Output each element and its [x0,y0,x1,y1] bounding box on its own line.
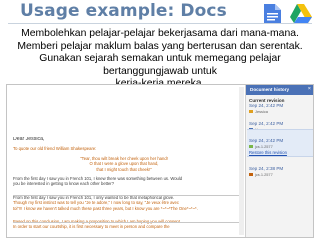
doc-line: In order to start our courtship, it is f… [13,224,170,230]
document-body: Dear Jessica, To quote our old friend Wi… [7,85,245,237]
doc-salutation: Dear Jessica, [13,137,45,142]
google-docs-icon [264,4,281,23]
revision-author: Jessica [249,109,311,115]
description-line: Memberi pelajar maklum balas yang berter… [17,40,303,52]
revision-history-panel: Document history × Current revision Sep … [245,85,313,237]
doc-divider [13,195,239,196]
description-line: Membolehkan pelajar-pelajar bekerjasama … [21,28,299,39]
revision-item[interactable]: Sep 24, 2:38 PM jcs.1.2577 [249,166,311,178]
slide-description: Membolehkan pelajar-pelajar bekerjasama … [0,28,320,91]
revision-author: jcs.1.2577 [249,172,311,178]
author-color-swatch [249,173,253,177]
docs-screenshot: Dear Jessica, To quote our old friend Wi… [6,84,314,238]
author-color-swatch [249,110,253,114]
doc-scrollbar[interactable] [239,87,244,235]
app-icons [264,4,312,23]
slide-title: Usage example: Docs [20,1,227,21]
author-color-swatch [249,145,253,149]
description-line: Gunakan sejarah semakan untuk memegang p… [39,53,281,77]
panel-header: Document history × [246,85,313,95]
revision-item[interactable]: Current revision Sep 24, 2:42 PM Jessica [249,98,311,115]
revision-item-selected[interactable]: Sep 24, 2:42 PM jcs.1.2577 Restore this … [249,138,311,156]
doc-divider [13,222,239,223]
google-drive-icon [290,4,312,23]
title-divider [8,23,312,24]
restore-revision-link[interactable]: Restore this revision [249,150,311,156]
close-icon[interactable]: × [308,86,311,92]
panel-title: Document history [250,87,290,92]
